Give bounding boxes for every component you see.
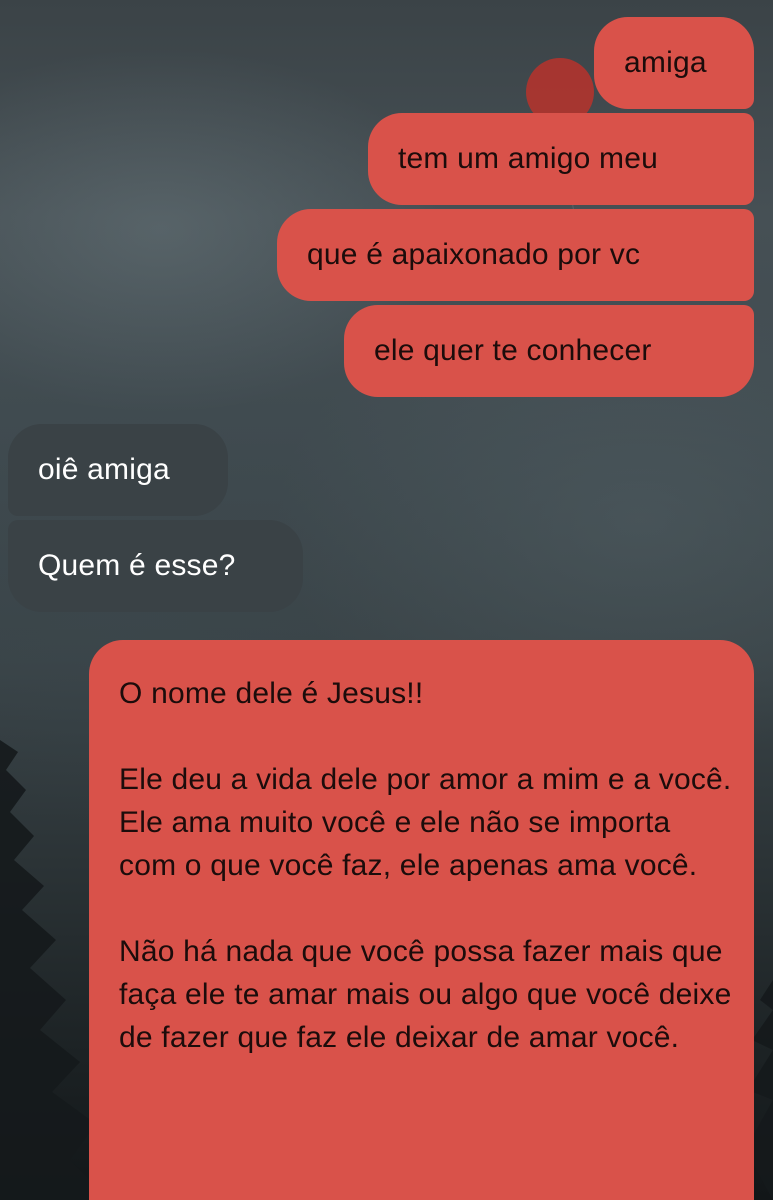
message-bubble-incoming[interactable]: oiê amiga [8,424,228,516]
message-bubble-outgoing[interactable]: tem um amigo meu [368,113,754,205]
message-text: oiê amiga [38,453,170,486]
message-bubble-outgoing[interactable]: amiga [594,17,754,109]
chat-thread: amiga tem um amigo meu que é apaixonado … [0,0,773,1200]
message-text: amiga [624,46,707,79]
message-paragraph: Não há nada que você possa fazer mais qu… [119,935,732,1054]
message-paragraph: O nome dele é Jesus!! [119,677,424,710]
message-bubble-outgoing[interactable]: que é apaixonado por vc [277,209,754,301]
message-text: Quem é esse? [38,549,236,582]
message-text: tem um amigo meu [398,142,658,175]
message-text: ele quer te conhecer [374,334,652,367]
message-text: que é apaixonado por vc [307,238,641,271]
message-bubble-outgoing-long[interactable]: O nome dele é Jesus!! Ele deu a vida del… [89,640,754,1200]
message-paragraph: Ele deu a vida dele por amor a mim e a v… [119,763,732,882]
message-bubble-incoming[interactable]: Quem é esse? [8,520,303,612]
message-bubble-outgoing[interactable]: ele quer te conhecer [344,305,754,397]
